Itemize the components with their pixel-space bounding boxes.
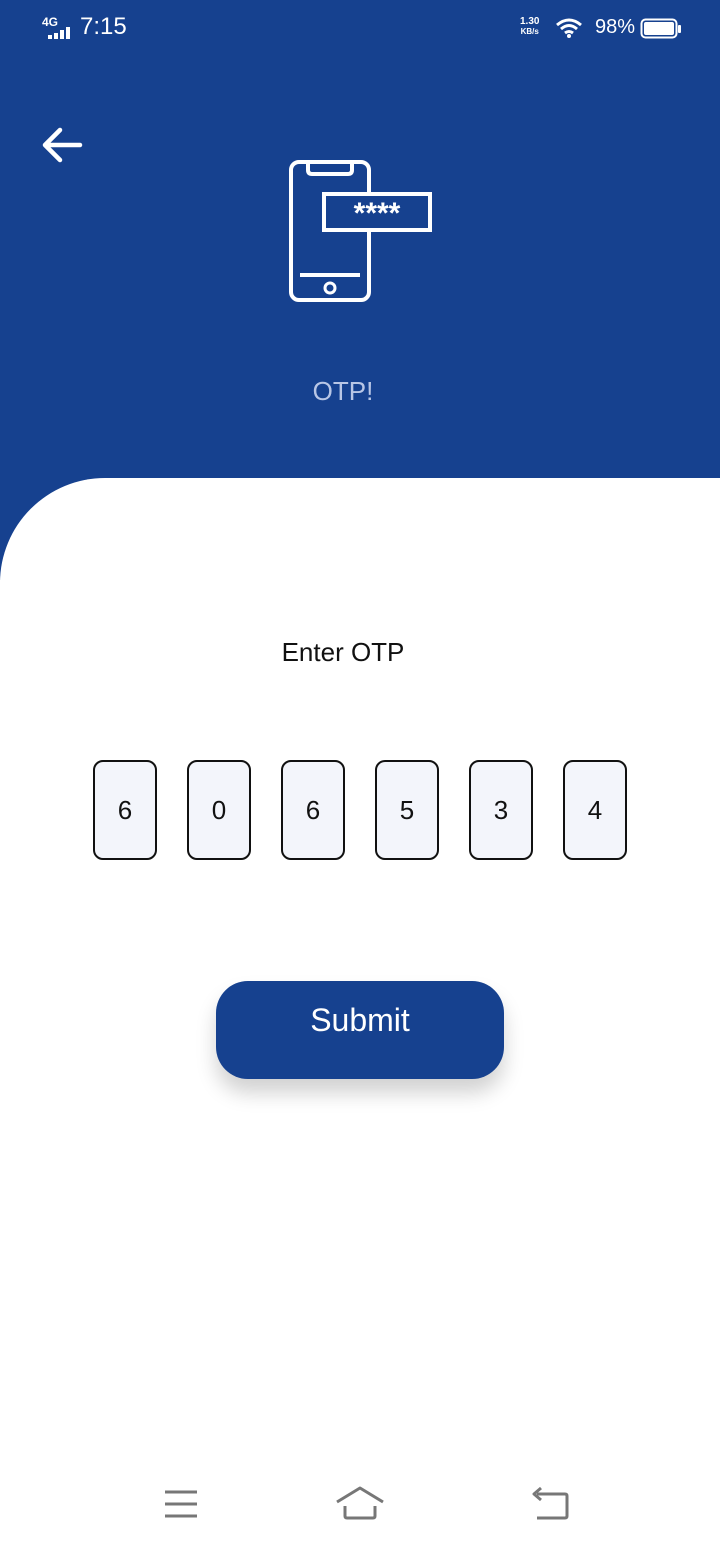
back-icon[interactable] bbox=[525, 1484, 575, 1524]
otp-digit-5[interactable]: 3 bbox=[469, 760, 533, 860]
otp-digit-4[interactable]: 5 bbox=[375, 760, 439, 860]
otp-digit-2[interactable]: 0 bbox=[187, 760, 251, 860]
otp-digit-3[interactable]: 6 bbox=[281, 760, 345, 860]
otp-digit-1[interactable]: 6 bbox=[93, 760, 157, 860]
status-bar: 4G 7:15 1.30 KB/s 98% bbox=[0, 0, 720, 58]
wifi-icon bbox=[556, 18, 582, 38]
speed-value: 1.30 bbox=[520, 16, 540, 27]
speed-unit: KB/s bbox=[520, 27, 539, 36]
page-title: OTP! bbox=[312, 376, 374, 406]
clock: 7:15 bbox=[80, 13, 127, 40]
back-arrow-icon[interactable] bbox=[40, 124, 86, 166]
signal-icon bbox=[48, 27, 70, 39]
network-speed: 1.30 KB/s bbox=[520, 17, 539, 37]
home-icon[interactable] bbox=[335, 1484, 385, 1524]
phone-password-icon: **** bbox=[289, 160, 432, 302]
otp-label: Enter OTP bbox=[281, 637, 405, 667]
submit-button[interactable]: Submit bbox=[216, 981, 504, 1079]
battery-icon bbox=[640, 18, 681, 39]
svg-text:****: **** bbox=[354, 197, 401, 230]
otp-digit-6[interactable]: 4 bbox=[563, 760, 627, 860]
battery-percent: 98% bbox=[595, 16, 636, 38]
system-nav-bar bbox=[0, 1470, 720, 1540]
menu-icon[interactable] bbox=[155, 1484, 205, 1524]
